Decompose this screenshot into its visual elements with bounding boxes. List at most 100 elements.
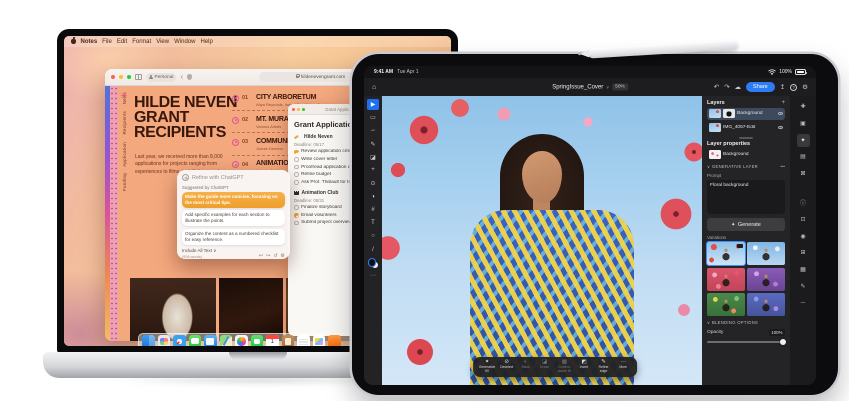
checkbox[interactable] xyxy=(294,157,299,162)
variation-thumbnail[interactable] xyxy=(707,293,745,316)
taskbar-icon[interactable]: ✚ xyxy=(797,100,810,113)
layer-visibility-icon[interactable] xyxy=(778,112,783,115)
taskbar-icon[interactable]: ⊡ xyxy=(797,213,810,226)
taskbar-icon[interactable]: ✎ xyxy=(797,280,810,293)
generative-layer-header[interactable]: ∨ GENERATIVE LAYER ••• xyxy=(707,164,785,169)
dock-icon[interactable] xyxy=(297,335,310,346)
taskbar-icon[interactable]: ◉ xyxy=(797,230,810,243)
context-action[interactable]: ⊘ Deselect xyxy=(500,360,513,370)
generate-button[interactable]: ✦ Generate xyxy=(707,218,785,231)
suggestion-pill[interactable]: Add specific examples for each section t… xyxy=(182,210,285,226)
minimize-window-button[interactable] xyxy=(119,75,123,79)
site-nav-item[interactable]: Funding xyxy=(122,173,127,191)
privacy-shield-icon[interactable] xyxy=(187,74,192,80)
cloud-sync-icon[interactable]: ☁ xyxy=(735,83,742,91)
tool-icon[interactable]: ∽ xyxy=(367,125,379,136)
properties-layer-row[interactable]: Background xyxy=(707,148,785,160)
tool-icon[interactable]: ▭ xyxy=(367,112,379,123)
context-action[interactable]: ▩ Content-aware fill xyxy=(557,360,571,374)
redo-icon[interactable]: ↷ xyxy=(724,83,729,91)
taskbar-icon[interactable]: ▦ xyxy=(797,263,810,276)
layer-row[interactable]: Background xyxy=(707,108,785,120)
dock-icon[interactable] xyxy=(158,335,171,346)
layer-mask-thumbnail[interactable] xyxy=(723,109,735,118)
zoom-window-button[interactable] xyxy=(127,75,131,79)
taskbar-icon[interactable]: ⊠ xyxy=(797,167,810,180)
prompt-input[interactable]: Floral background xyxy=(707,180,785,214)
redo-icon[interactable]: ↪ xyxy=(266,253,270,259)
dock-icon[interactable] xyxy=(266,335,279,346)
layer-thumbnail[interactable] xyxy=(709,123,721,132)
menu-item[interactable]: View xyxy=(156,39,169,45)
dock-icon[interactable] xyxy=(313,335,326,346)
context-action[interactable]: ⋯ More xyxy=(617,360,630,370)
context-action[interactable]: ◩ Invert xyxy=(577,360,590,370)
dock-icon[interactable] xyxy=(142,335,155,346)
dock-icon[interactable] xyxy=(220,335,233,346)
checkbox[interactable] xyxy=(294,213,299,218)
suggestion-pill[interactable]: Make the guide more concise, focusing on… xyxy=(182,192,285,208)
dock-icon[interactable] xyxy=(251,335,264,346)
taskbar-icon[interactable]: ▣ xyxy=(797,117,810,130)
checkbox[interactable] xyxy=(294,172,299,177)
tool-icon[interactable]: # xyxy=(367,205,379,216)
checkbox[interactable] xyxy=(294,165,299,170)
taskbar-icon[interactable]: ⊞ xyxy=(797,246,810,259)
color-chip[interactable] xyxy=(369,259,378,268)
close-window-button[interactable] xyxy=(111,75,115,79)
tool-icon[interactable]: ◪ xyxy=(367,152,379,163)
tool-icon[interactable]: / xyxy=(367,244,379,255)
dock-icon[interactable] xyxy=(235,335,248,346)
menu-app-name[interactable]: Notes xyxy=(81,39,98,45)
tool-icon[interactable]: ▶ xyxy=(367,99,379,110)
blending-options-header[interactable]: ∨ BLENDING OPTIONS xyxy=(707,320,785,325)
suggestion-pill[interactable]: Organize the content as a numbered check… xyxy=(182,229,285,245)
checkbox[interactable] xyxy=(294,180,299,185)
layer-row[interactable]: IMG_4057-Edit xyxy=(707,122,785,134)
tool-icon[interactable]: ✎ xyxy=(367,139,379,150)
back-button[interactable]: ‹ xyxy=(180,73,183,81)
undo-icon[interactable]: ↩ xyxy=(259,253,263,259)
variation-thumbnail[interactable] xyxy=(747,268,785,291)
menu-item[interactable]: File xyxy=(102,39,112,45)
share-button[interactable]: Share xyxy=(746,82,775,92)
tool-icon[interactable]: ○ xyxy=(367,231,379,242)
help-icon[interactable]: ? xyxy=(790,84,797,91)
export-icon[interactable]: ↥ xyxy=(780,83,785,91)
panel-drag-handle[interactable] xyxy=(739,137,753,139)
variation-thumbnail[interactable] xyxy=(747,293,785,316)
sidebar-icon[interactable] xyxy=(135,74,142,80)
undo-icon[interactable]: ↶ xyxy=(714,83,719,91)
profile-selector[interactable]: Personal xyxy=(146,73,176,82)
refresh-icon[interactable]: ↺ xyxy=(273,253,277,259)
more-options-icon[interactable]: ••• xyxy=(780,164,785,169)
context-action[interactable]: ✦ Generative fill xyxy=(480,360,494,374)
tool-icon[interactable]: + xyxy=(367,165,379,176)
taskbar-icon[interactable]: ▤ xyxy=(797,150,810,163)
site-nav-item[interactable]: Application xyxy=(122,142,127,167)
site-nav-item[interactable]: Recipients xyxy=(122,111,127,135)
checkbox[interactable] xyxy=(294,221,299,226)
opacity-slider-knob[interactable] xyxy=(780,339,786,345)
document-title[interactable]: SpringIssue_Cover xyxy=(552,84,603,90)
context-action[interactable]: ✎ Refine edge xyxy=(596,360,610,374)
variation-thumbnail[interactable] xyxy=(747,242,785,265)
menu-item[interactable]: Edit xyxy=(117,39,127,45)
more-tools-icon[interactable]: ⋯ xyxy=(370,272,376,279)
zoom-level-badge[interactable]: 50% xyxy=(612,84,628,91)
layer-visibility-icon[interactable] xyxy=(778,126,783,129)
checkbox[interactable] xyxy=(294,150,299,155)
dock-icon[interactable] xyxy=(282,335,295,346)
home-icon[interactable]: ⌂ xyxy=(372,84,376,91)
taskbar-icon[interactable]: ⓘ xyxy=(797,196,810,209)
checkbox[interactable] xyxy=(294,205,299,210)
apple-menu-icon[interactable] xyxy=(71,39,76,44)
variation-thumbnail[interactable] xyxy=(707,268,745,291)
close-window-button[interactable] xyxy=(292,108,295,111)
include-all-text-selector[interactable]: Include All Text ∨ xyxy=(182,248,216,254)
menu-item[interactable]: Window xyxy=(174,39,195,45)
zoom-window-button[interactable] xyxy=(302,108,305,111)
opacity-value[interactable]: 100% xyxy=(769,329,785,336)
context-action[interactable]: ◐ Mask xyxy=(519,360,532,370)
dock-icon[interactable] xyxy=(328,335,341,346)
